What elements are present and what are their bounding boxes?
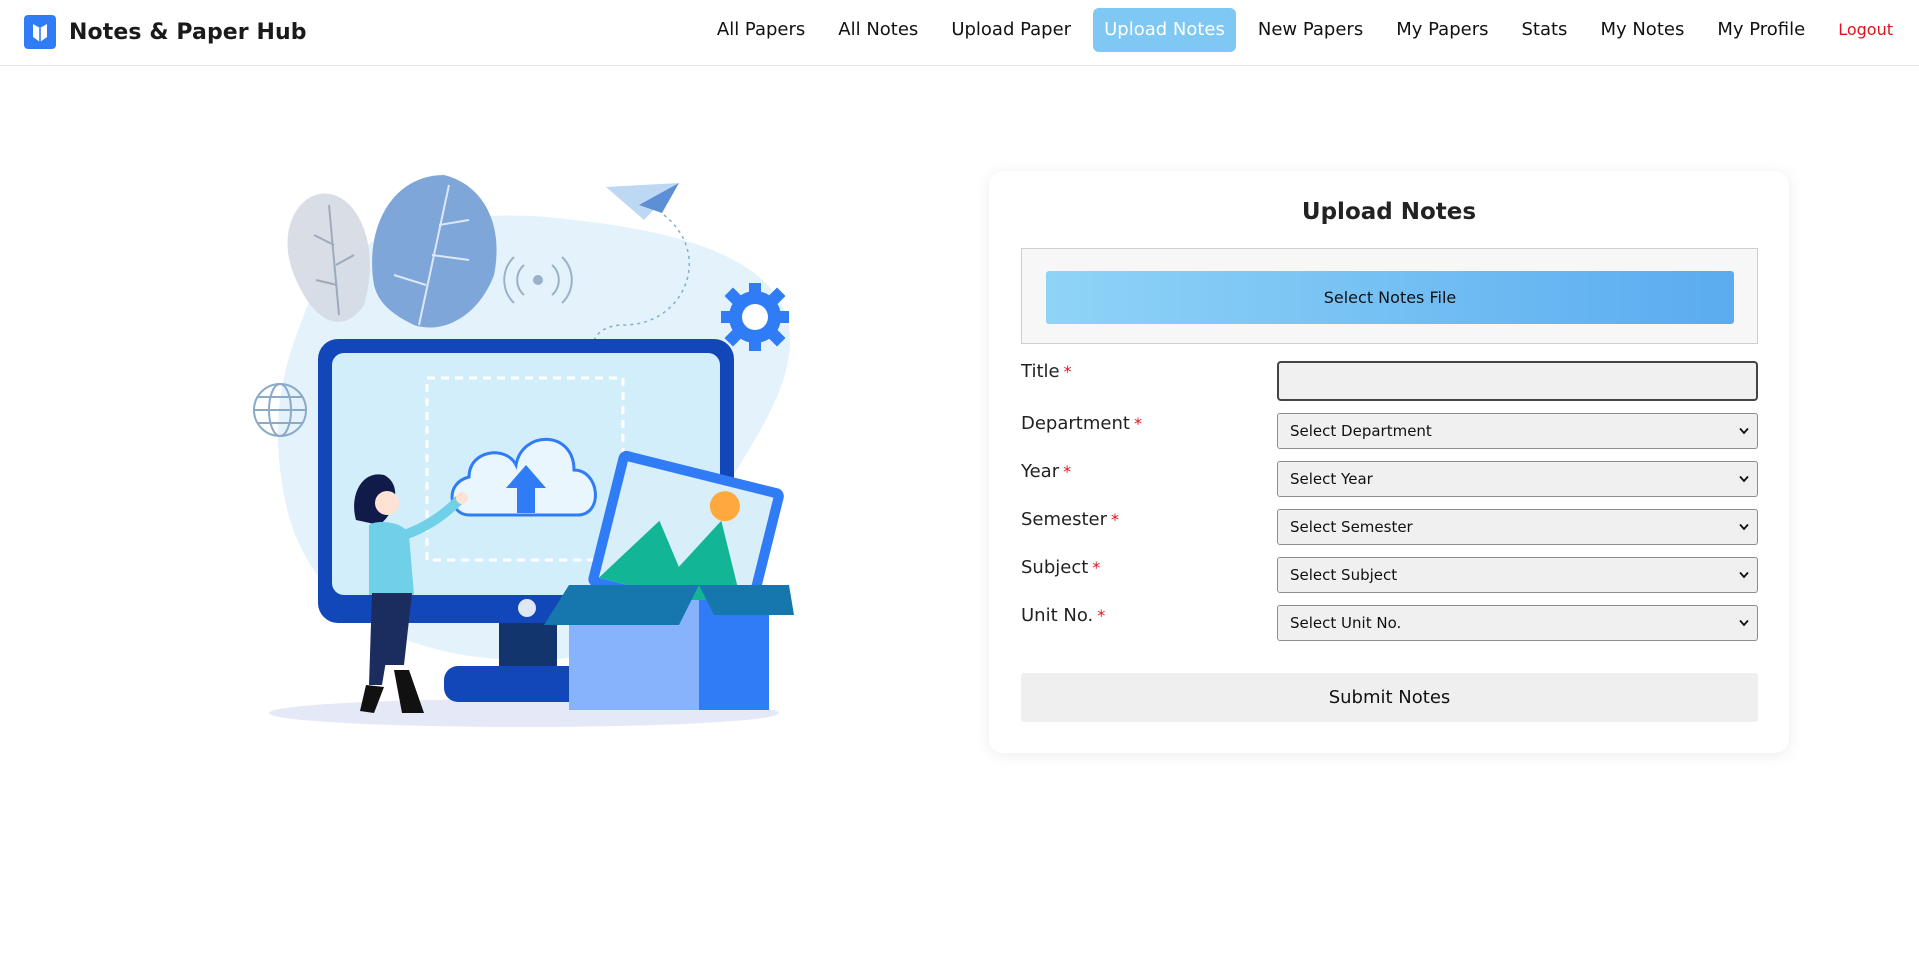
gear-icon [721, 283, 789, 351]
unit-label: Unit No. * [1021, 605, 1105, 626]
nav-stats[interactable]: Stats [1510, 8, 1578, 52]
department-label: Department * [1021, 413, 1142, 434]
file-select-box: Select Notes File [1021, 248, 1758, 344]
chevron-down-icon [1739, 571, 1749, 579]
title-input[interactable] [1277, 361, 1758, 401]
brand[interactable]: Notes & Paper Hub [24, 14, 307, 50]
submit-notes-button[interactable]: Submit Notes [1021, 673, 1758, 722]
unit-row: Unit No. * Select Unit No. [1021, 605, 1758, 645]
unit-select[interactable]: Select Unit No. [1277, 605, 1758, 641]
upload-to-cloud-illustration [253, 175, 794, 727]
top-navbar: Notes & Paper Hub All Papers All Notes U… [0, 0, 1919, 66]
nav-new-papers[interactable]: New Papers [1247, 8, 1374, 52]
required-mark: * [1133, 414, 1142, 433]
semester-select[interactable]: Select Semester [1277, 509, 1758, 545]
year-selected: Select Year [1290, 470, 1373, 488]
subject-row: Subject * Select Subject [1021, 557, 1758, 597]
year-select[interactable]: Select Year [1277, 461, 1758, 497]
semester-selected: Select Semester [1290, 518, 1413, 536]
nav-all-notes[interactable]: All Notes [827, 8, 929, 52]
required-mark: * [1092, 558, 1101, 577]
form-title: Upload Notes [1301, 199, 1477, 225]
chevron-down-icon [1739, 475, 1749, 483]
leaf-left [287, 193, 370, 322]
department-select[interactable]: Select Department [1277, 413, 1758, 449]
title-row: Title * [1021, 361, 1758, 401]
nav-links: All Papers All Notes Upload Paper Upload… [695, 8, 1904, 52]
subject-selected: Select Subject [1290, 566, 1398, 584]
nav-upload-notes[interactable]: Upload Notes [1093, 8, 1236, 52]
brand-name: Notes & Paper Hub [69, 19, 307, 45]
semester-label-text: Semester [1021, 509, 1108, 530]
nav-my-notes[interactable]: My Notes [1589, 8, 1695, 52]
unit-label-text: Unit No. [1021, 605, 1094, 626]
department-label-text: Department [1021, 413, 1130, 434]
title-label: Title * [1021, 361, 1072, 382]
year-row: Year * Select Year [1021, 461, 1758, 501]
nav-logout[interactable]: Logout [1827, 8, 1904, 52]
chevron-down-icon [1739, 619, 1749, 627]
nav-my-profile[interactable]: My Profile [1706, 8, 1816, 52]
required-mark: * [1097, 606, 1106, 625]
chevron-down-icon [1739, 427, 1749, 435]
nav-upload-paper[interactable]: Upload Paper [940, 8, 1082, 52]
department-selected: Select Department [1290, 422, 1432, 440]
unit-selected: Select Unit No. [1290, 614, 1402, 632]
nav-my-papers[interactable]: My Papers [1385, 8, 1499, 52]
subject-label: Subject * [1021, 557, 1100, 578]
year-label-text: Year [1021, 461, 1060, 482]
semester-label: Semester * [1021, 509, 1119, 530]
semester-row: Semester * Select Semester [1021, 509, 1758, 549]
chevron-down-icon [1739, 523, 1749, 531]
select-notes-file-button[interactable]: Select Notes File [1046, 271, 1734, 324]
department-row: Department * Select Department [1021, 413, 1758, 453]
nav-all-papers[interactable]: All Papers [706, 8, 816, 52]
year-label: Year * [1021, 461, 1071, 482]
required-mark: * [1063, 362, 1072, 381]
required-mark: * [1111, 510, 1120, 529]
title-label-text: Title [1021, 361, 1060, 382]
subject-label-text: Subject [1021, 557, 1089, 578]
required-mark: * [1063, 462, 1072, 481]
subject-select[interactable]: Select Subject [1277, 557, 1758, 593]
upload-notes-card: Upload Notes Select Notes File Title * De… [989, 171, 1789, 753]
shield-book-icon [24, 15, 56, 49]
